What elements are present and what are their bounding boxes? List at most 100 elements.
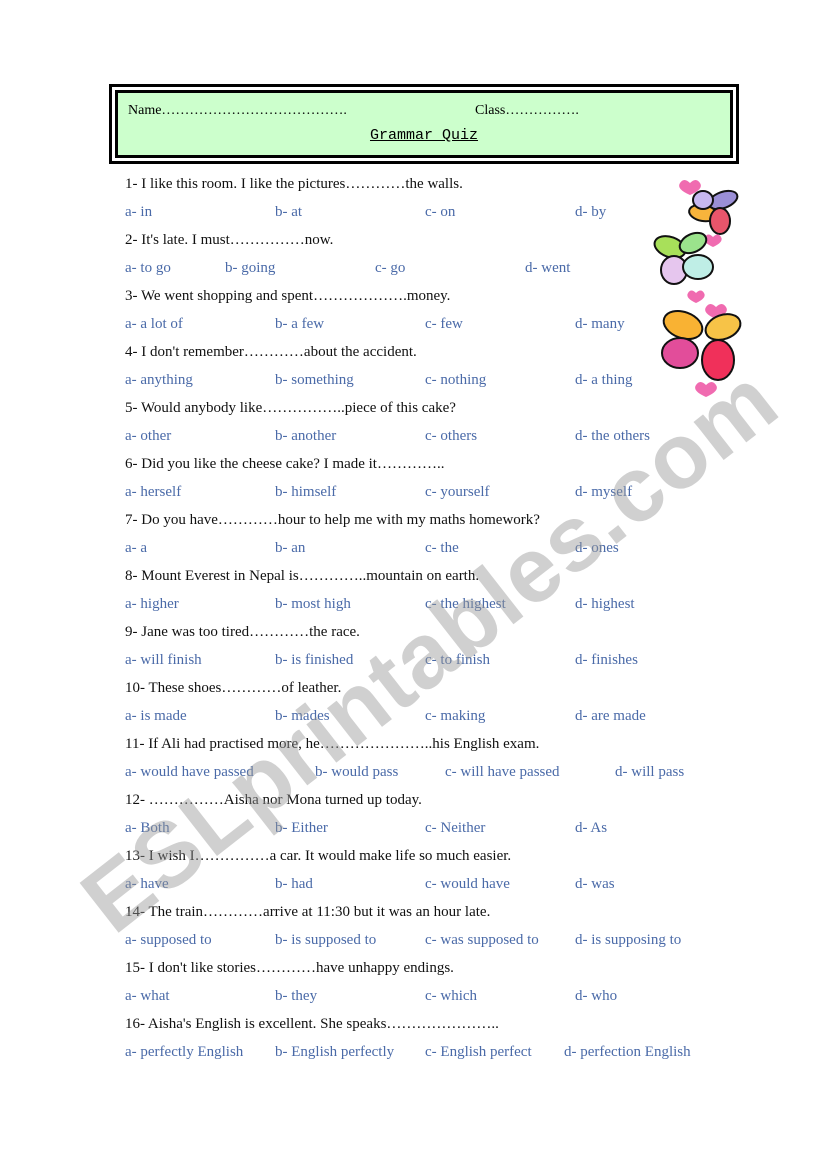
option-d[interactable]: d- who <box>575 986 617 1006</box>
option-d[interactable]: d- highest <box>575 594 635 614</box>
option-c[interactable]: c- the <box>425 538 459 558</box>
options-row: a- to go b- going c- go d- went <box>125 258 725 286</box>
option-a[interactable]: a- supposed to <box>125 930 212 950</box>
option-d[interactable]: d- As <box>575 818 607 838</box>
option-d[interactable]: d- by <box>575 202 606 222</box>
question-3: 3- We went shopping and spent……………….mone… <box>125 288 451 304</box>
option-c[interactable]: c- go <box>375 258 405 278</box>
option-c[interactable]: c- would have <box>425 874 510 894</box>
option-a[interactable]: a- what <box>125 986 170 1006</box>
option-d[interactable]: d- perfection English <box>564 1042 691 1062</box>
option-b[interactable]: b- going <box>225 258 275 278</box>
option-d[interactable]: d- many <box>575 314 625 334</box>
option-b[interactable]: b- most high <box>275 594 351 614</box>
option-c[interactable]: c- the highest <box>425 594 506 614</box>
butterfly-icon <box>661 309 742 381</box>
option-b[interactable]: b- had <box>275 874 313 894</box>
options-row: a- a b- an c- the d- ones <box>125 538 725 566</box>
option-d[interactable]: d- are made <box>575 706 646 726</box>
class-field[interactable]: Class……………. <box>475 103 579 119</box>
option-a[interactable]: a- anything <box>125 370 193 390</box>
options-row: a- Both b- Either c- Neither d- As <box>125 818 725 846</box>
option-b[interactable]: b- is finished <box>275 650 353 670</box>
options-row: a- have b- had c- would have d- was <box>125 874 725 902</box>
question-2: 2- It's late. I must……………now. <box>125 232 334 248</box>
option-b[interactable]: b- himself <box>275 482 336 502</box>
option-c[interactable]: c- was supposed to <box>425 930 539 950</box>
question-14: 14- The train…………arrive at 11:30 but it … <box>125 904 491 920</box>
option-b[interactable]: b- would pass <box>315 762 398 782</box>
options-row: a- in b- at c- on d- by <box>125 202 725 230</box>
option-c[interactable]: c- which <box>425 986 477 1006</box>
options-row: a- perfectly English b- English perfectly… <box>125 1042 725 1070</box>
option-a[interactable]: a- would have passed <box>125 762 254 782</box>
butterfly-icon <box>688 189 739 235</box>
options-row: a- is made b- mades c- making d- are made <box>125 706 725 734</box>
option-b[interactable]: b- they <box>275 986 317 1006</box>
option-b[interactable]: b- a few <box>275 314 324 334</box>
options-row: a- higher b- most high c- the highest d- hi… <box>125 594 725 622</box>
option-d[interactable]: d- finishes <box>575 650 638 670</box>
option-a[interactable]: a- will finish <box>125 650 202 670</box>
question-10: 10- These shoes…………of leather. <box>125 680 342 696</box>
options-row: a- herself b- himself c- yourself d- myself <box>125 482 725 510</box>
option-d[interactable]: d- will pass <box>615 762 684 782</box>
option-b[interactable]: b- something <box>275 370 354 390</box>
option-c[interactable]: c- will have passed <box>445 762 560 782</box>
option-a[interactable]: a- have <box>125 874 169 894</box>
option-a[interactable]: a- higher <box>125 594 179 614</box>
option-d[interactable]: d- went <box>525 258 570 278</box>
option-c[interactable]: c- nothing <box>425 370 486 390</box>
page-title: Grammar Quiz <box>369 127 479 144</box>
name-field[interactable]: Name…………………………………. <box>128 103 347 119</box>
question-12: 12- ……………Aisha nor Mona turned up today. <box>125 792 422 808</box>
question-5: 5- Would anybody like……………..piece of thi… <box>125 400 456 416</box>
option-a[interactable]: a- a lot of <box>125 314 183 334</box>
options-row: a- supposed to b- is supposed to c- was su… <box>125 930 725 958</box>
options-row: a- would have passed b- would pass c- will… <box>125 762 725 790</box>
option-a[interactable]: a- to go <box>125 258 171 278</box>
options-row: a- a lot of b- a few c- few d- many <box>125 314 725 342</box>
option-c[interactable]: c- few <box>425 314 463 334</box>
option-b[interactable]: b- Either <box>275 818 328 838</box>
option-d[interactable]: d- was <box>575 874 615 894</box>
option-b[interactable]: b- another <box>275 426 336 446</box>
option-a[interactable]: a- in <box>125 202 152 222</box>
heart-icon <box>687 290 705 303</box>
option-d[interactable]: d- myself <box>575 482 632 502</box>
option-b[interactable]: b- an <box>275 538 305 558</box>
option-c[interactable]: c- making <box>425 706 485 726</box>
option-c[interactable]: c- to finish <box>425 650 490 670</box>
option-a[interactable]: a- perfectly English <box>125 1042 243 1062</box>
options-row: a- other b- another c- others d- the others <box>125 426 725 454</box>
option-b[interactable]: b- mades <box>275 706 330 726</box>
question-13: 13- I wish I……………a car. It would make li… <box>125 848 512 864</box>
option-c[interactable]: c- English perfect <box>425 1042 532 1062</box>
option-c[interactable]: c- others <box>425 426 477 446</box>
option-a[interactable]: a- is made <box>125 706 187 726</box>
question-list: 1- I like this room. I like the pictures… <box>125 174 725 1070</box>
header-box: Name…………………………………. Class……………. Grammar Q… <box>109 84 739 164</box>
option-c[interactable]: c- yourself <box>425 482 490 502</box>
option-a[interactable]: a- a <box>125 538 147 558</box>
option-b[interactable]: b- is supposed to <box>275 930 376 950</box>
question-1: 1- I like this room. I like the pictures… <box>125 176 463 192</box>
question-4: 4- I don't remember…………about the acciden… <box>125 344 417 360</box>
heart-icon <box>695 382 717 397</box>
options-row: a- what b- they c- which d- who <box>125 986 725 1014</box>
option-a[interactable]: a- herself <box>125 482 181 502</box>
options-row: a- will finish b- is finished c- to finish… <box>125 650 725 678</box>
option-d[interactable]: d- is supposing to <box>575 930 681 950</box>
option-c[interactable]: c- Neither <box>425 818 485 838</box>
option-a[interactable]: a- other <box>125 426 171 446</box>
question-9: 9- Jane was too tired…………the race. <box>125 624 360 640</box>
option-a[interactable]: a- Both <box>125 818 170 838</box>
option-d[interactable]: d- a thing <box>575 370 633 390</box>
question-8: 8- Mount Everest in Nepal is…………..mounta… <box>125 568 480 584</box>
option-d[interactable]: d- the others <box>575 426 650 446</box>
options-row: a- anything b- something c- nothing d- a th… <box>125 370 725 398</box>
option-b[interactable]: b- English perfectly <box>275 1042 394 1062</box>
option-d[interactable]: d- ones <box>575 538 619 558</box>
option-b[interactable]: b- at <box>275 202 302 222</box>
option-c[interactable]: c- on <box>425 202 455 222</box>
